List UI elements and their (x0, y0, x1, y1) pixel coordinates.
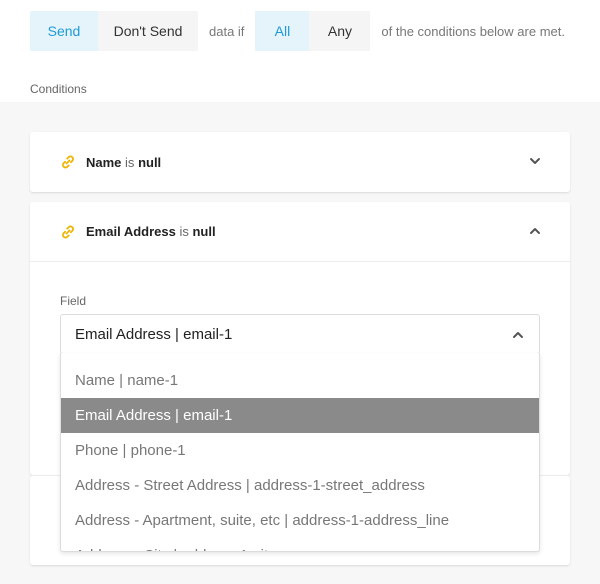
dropdown-option[interactable]: Address - Street Address | address-1-str… (61, 468, 539, 503)
send-button[interactable]: Send (30, 11, 98, 51)
conditions-heading: Conditions (30, 82, 87, 96)
dropdown-option[interactable]: Address - City | address-1-city (61, 538, 539, 551)
field-select-value: Email Address | email-1 (75, 325, 233, 343)
dropdown-option[interactable]: Phone | phone-1 (61, 433, 539, 468)
field-label: Field (60, 294, 87, 308)
field-dropdown-list[interactable]: Name | name-1 Email Address | email-1 Ph… (60, 353, 540, 552)
link-icon (62, 155, 74, 169)
match-any-button[interactable]: Any (309, 11, 371, 51)
chevron-up-icon[interactable] (511, 328, 525, 342)
condition-summary: Name is null (86, 155, 161, 170)
condition-operator: is (125, 154, 135, 170)
dropdown-option-selected[interactable]: Email Address | email-1 (61, 398, 539, 433)
chevron-down-icon[interactable] (528, 154, 542, 168)
chevron-up-icon[interactable] (528, 224, 542, 238)
condition-field: Email Address (86, 224, 176, 239)
link-icon (62, 225, 74, 238)
condition-operator: is (179, 224, 189, 239)
condition-header[interactable]: Name is null (30, 132, 570, 192)
condition-value: null (192, 224, 216, 239)
data-if-text: data if (209, 23, 245, 39)
condition-header[interactable]: Email Address is null (30, 202, 570, 262)
dropdown-option[interactable]: Name | name-1 (61, 363, 539, 398)
dont-send-button[interactable]: Don't Send (98, 11, 198, 51)
condition-value: null (138, 154, 162, 170)
condition-summary: Email Address is null (86, 224, 216, 239)
condition-field: Name (86, 154, 122, 170)
match-all-button[interactable]: All (255, 11, 310, 51)
condition-card-name[interactable]: Name is null (30, 132, 570, 192)
rule-row: Send Don't Send data if All Any of the c… (30, 11, 576, 51)
conditions-suffix-text: of the conditions below are met. (381, 23, 565, 39)
field-select[interactable]: Email Address | email-1 (60, 314, 540, 354)
dropdown-option[interactable]: Address - Apartment, suite, etc | addres… (61, 503, 539, 538)
